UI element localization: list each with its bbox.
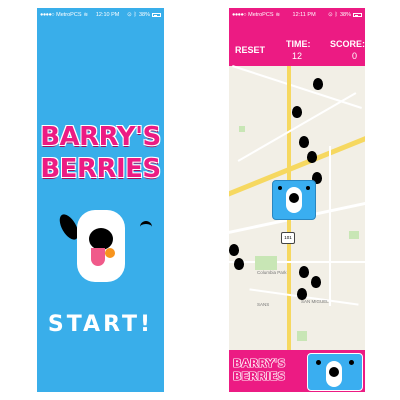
- mascot-face: [77, 204, 127, 284]
- mascot-wink-icon: [140, 221, 152, 230]
- mascot-berry: [105, 248, 115, 258]
- map-road: [232, 65, 362, 109]
- wifi-icon: ≋: [83, 12, 89, 18]
- game-header: ●●●●○ MetroPCS ≋ 12:11 PM ⊙ ᛒ 38% RESET …: [229, 8, 365, 66]
- berry[interactable]: [299, 266, 309, 278]
- footer-logo-line2: BERRIES: [233, 370, 286, 383]
- status-bar: ●●●●○ MetroPCS ≋ 12:11 PM ⊙ ᛒ 38%: [229, 8, 365, 22]
- bluetooth-icon: ᛒ: [133, 12, 137, 18]
- status-time: 12:10 PM: [95, 12, 120, 18]
- berry[interactable]: [311, 276, 321, 288]
- berry[interactable]: [313, 78, 323, 90]
- berry[interactable]: [234, 258, 244, 270]
- carrier-label: MetroPCS: [56, 12, 82, 18]
- map-park: [349, 231, 359, 239]
- player-character[interactable]: [272, 180, 316, 220]
- status-bar: ●●●●○ MetroPCS ≋ 12:10 PM ⊙ ᛒ 38%: [37, 8, 164, 22]
- wifi-icon: ≋: [275, 12, 281, 18]
- berry[interactable]: [297, 288, 307, 300]
- mascot-tongue: [91, 248, 105, 266]
- map-park: [239, 126, 245, 132]
- map-park: [297, 331, 307, 341]
- mascot-nose: [89, 228, 113, 250]
- berry[interactable]: [307, 151, 317, 163]
- map-label-park: Columbia Park: [257, 270, 287, 275]
- bluetooth-icon: ᛒ: [334, 12, 338, 18]
- battery-icon: [152, 13, 161, 17]
- lock-icon: ⊙: [127, 12, 132, 18]
- game-screen: ●●●●○ MetroPCS ≋ 12:11 PM ⊙ ᛒ 38% RESET …: [229, 8, 365, 392]
- berry[interactable]: [292, 106, 302, 118]
- signal-icon: ●●●●○: [232, 12, 247, 18]
- start-button[interactable]: START!: [37, 312, 164, 337]
- battery-percent: 38%: [138, 12, 150, 18]
- lock-icon: ⊙: [328, 12, 333, 18]
- map-label-area: SANS: [257, 302, 270, 307]
- signal-icon: ●●●●○: [40, 12, 55, 18]
- map-road: [229, 261, 365, 263]
- berry[interactable]: [229, 244, 239, 256]
- reset-button[interactable]: RESET: [235, 45, 265, 55]
- map-view[interactable]: Columbia Park SAN MIGUEL SANS 101: [229, 65, 365, 350]
- score-label: SCORE:: [330, 39, 365, 49]
- game-footer: BARRY'S BERRIES: [229, 350, 365, 392]
- start-screen: ●●●●○ MetroPCS ≋ 12:10 PM ⊙ ᛒ 38% BARRY'…: [37, 8, 164, 392]
- map-label-district: SAN MIGUEL: [301, 299, 329, 304]
- berry[interactable]: [299, 136, 309, 148]
- battery-percent: 38%: [339, 12, 351, 18]
- logo-line2: BERRIES: [40, 154, 161, 184]
- battery-icon: [353, 13, 362, 17]
- avatar: [307, 353, 363, 391]
- map-road: [329, 146, 331, 306]
- status-time: 12:11 PM: [292, 12, 316, 18]
- map-park: [255, 256, 277, 270]
- highway-sign: 101: [281, 232, 295, 244]
- time-value: 12: [292, 51, 303, 61]
- footer-logo-line1: BARRY'S: [233, 357, 286, 370]
- carrier-label: MetroPCS: [248, 12, 274, 18]
- logo-line1: BARRY'S: [40, 122, 161, 152]
- time-label: TIME:: [286, 39, 311, 49]
- score-value: 0: [352, 51, 358, 61]
